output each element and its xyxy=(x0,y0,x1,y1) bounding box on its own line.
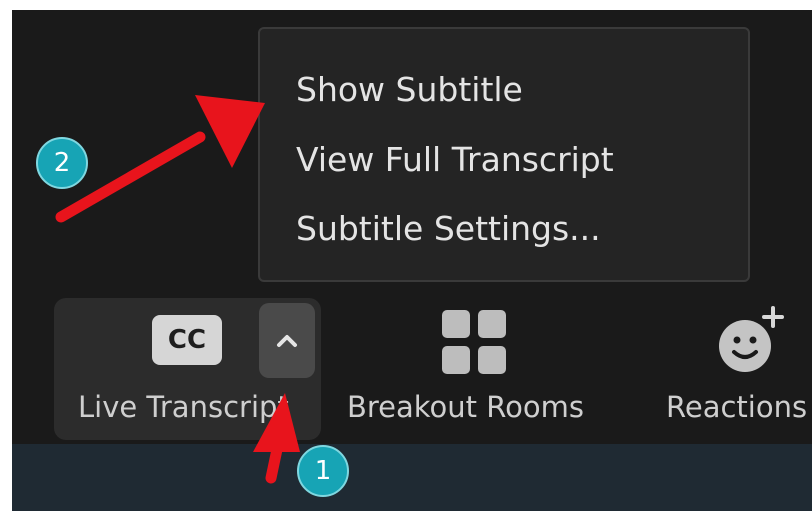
annotation-arrows xyxy=(55,95,300,484)
step-2-badge: 2 xyxy=(36,137,88,189)
arrow-1-head xyxy=(253,393,300,452)
step-1-badge: 1 xyxy=(297,445,349,497)
arrow-2-head xyxy=(195,95,265,168)
